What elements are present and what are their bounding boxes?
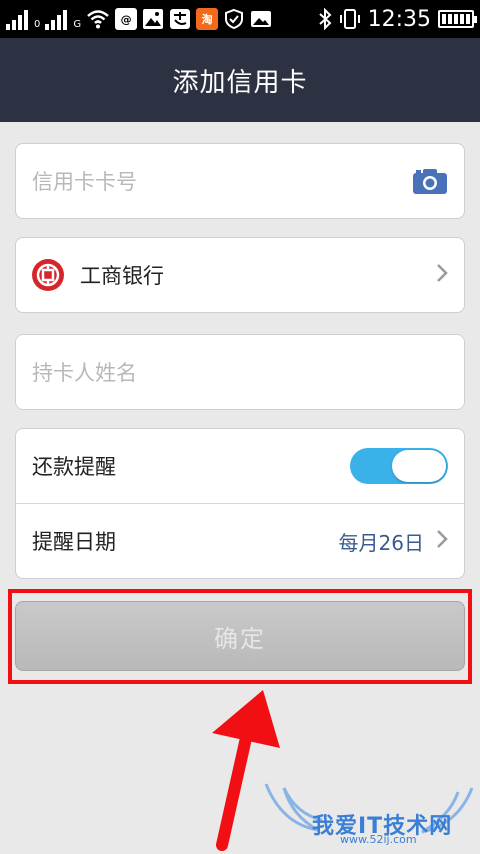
red-arrow-annotation — [212, 690, 280, 851]
watermark-url: www.52ij.com — [340, 833, 417, 846]
